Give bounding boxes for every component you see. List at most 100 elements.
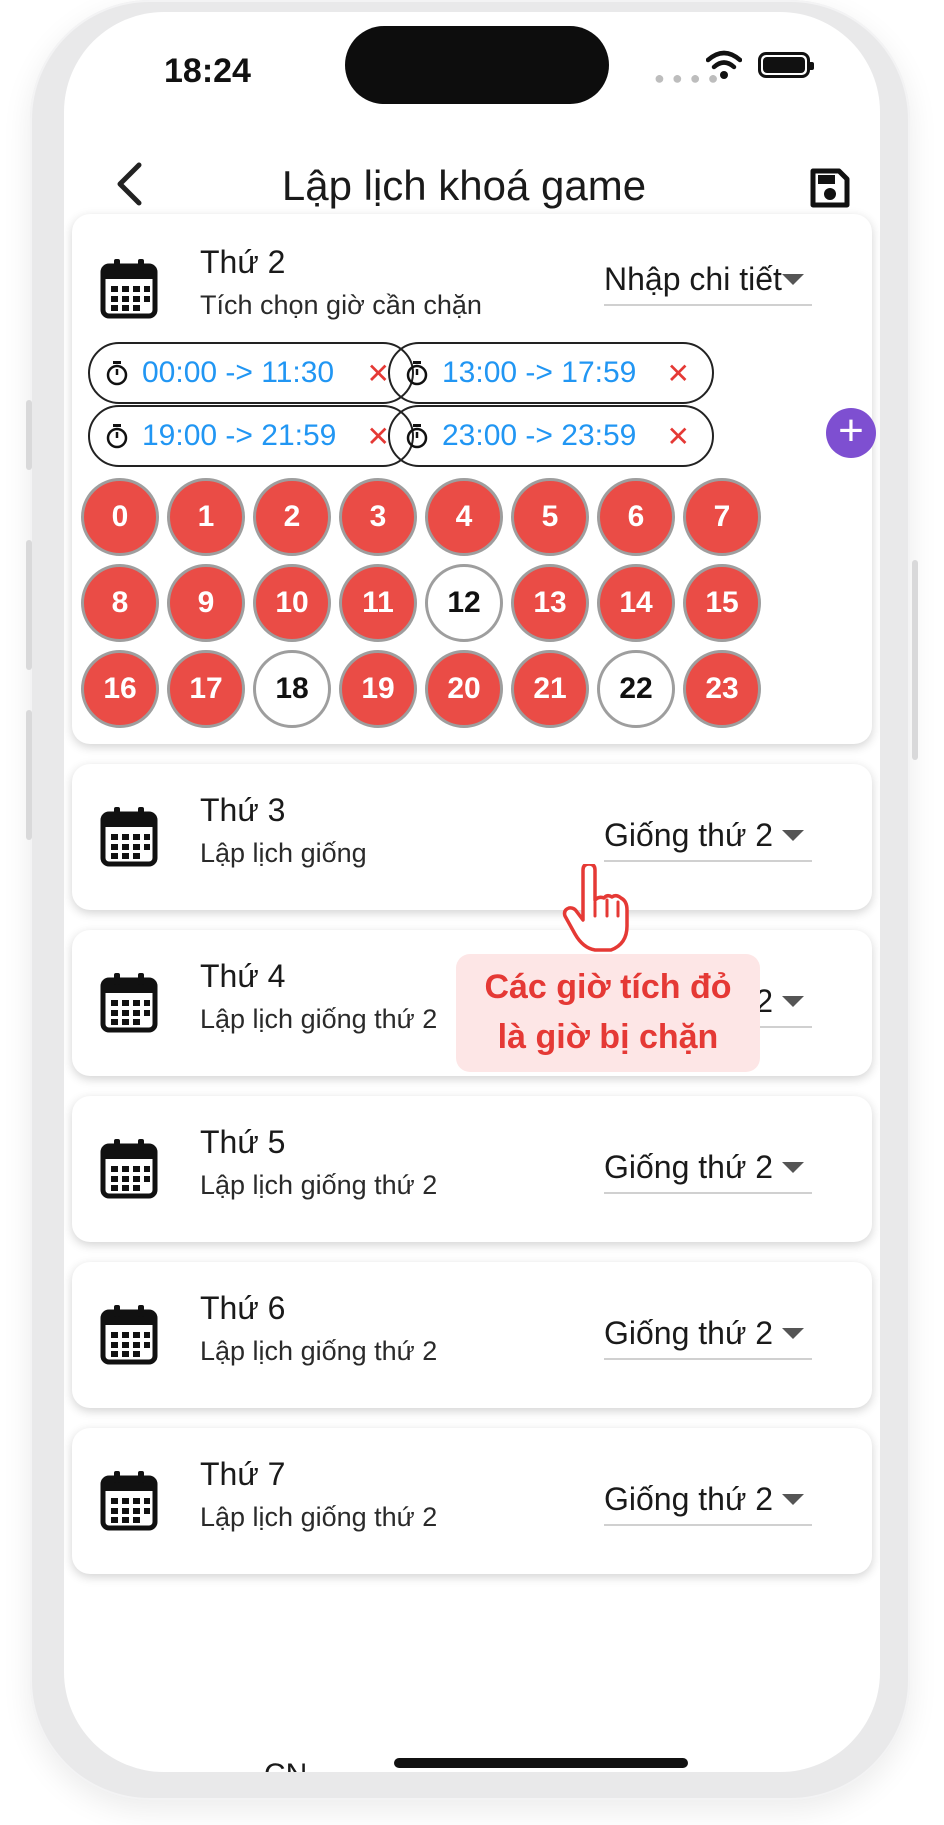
phone-screen: 18:24 ● ● ● ● Lập lịch khoá game Thứ 2 T…	[64, 12, 880, 1772]
hour-toggle[interactable]: 9	[167, 564, 245, 642]
schedule-mode-dropdown[interactable]: Nhập chi tiết	[604, 254, 812, 306]
home-indicator	[394, 1758, 688, 1768]
wifi-icon	[706, 50, 742, 79]
page-title: Lập lịch khoá game	[281, 162, 647, 209]
hour-toggle[interactable]: 11	[339, 564, 417, 642]
schedule-mode-dropdown[interactable]: Giống thứ 2	[604, 1142, 812, 1194]
schedule-mode-dropdown[interactable]: Giống thứ 2	[604, 810, 812, 862]
hour-toggle[interactable]: 0	[81, 478, 159, 556]
caret-down-icon	[782, 1327, 804, 1339]
timer-icon	[106, 424, 128, 449]
hour-toggle[interactable]: 6	[597, 478, 675, 556]
chevron-left-icon	[117, 162, 142, 206]
hour-toggle[interactable]: 20	[425, 650, 503, 728]
hour-toggle[interactable]: 5	[511, 478, 589, 556]
hour-toggle[interactable]: 1	[167, 478, 245, 556]
time-range-text: 23:00 -> 23:59	[442, 419, 637, 452]
day-card: Thứ 5 Lập lịch giống thứ 2 Giống thứ 2	[72, 1096, 872, 1242]
time-range-chip[interactable]: 23:00 -> 23:59 ✕	[388, 405, 714, 467]
schedule-mode-dropdown[interactable]: Giống thứ 2	[604, 1308, 812, 1360]
day-subtitle: Lập lịch giống	[200, 838, 367, 868]
hour-toggle[interactable]: 2	[253, 478, 331, 556]
caret-down-icon	[782, 995, 804, 1007]
hour-toggle[interactable]: 16	[81, 650, 159, 728]
day-name: Thứ 3	[200, 792, 286, 828]
hour-toggle[interactable]: 14	[597, 564, 675, 642]
hour-toggle[interactable]: 7	[683, 478, 761, 556]
calendar-icon	[100, 259, 158, 319]
caret-down-icon	[782, 273, 804, 285]
volume-down-button	[26, 710, 32, 840]
day-name: Thứ 7	[200, 1456, 286, 1492]
calendar-icon	[100, 1305, 158, 1365]
hour-toggle[interactable]: 19	[339, 650, 417, 728]
time-range-text: 19:00 -> 21:59	[142, 419, 337, 452]
silent-switch	[26, 400, 32, 470]
time-range-text: 00:00 -> 11:30	[142, 356, 335, 389]
day-subtitle: Lập lịch giống thứ 2	[200, 1336, 438, 1366]
day-subtitle: Lập lịch giống thứ 2	[200, 1502, 438, 1532]
time-range-text: 13:00 -> 17:59	[442, 356, 637, 389]
day-name: Thứ 5	[200, 1124, 286, 1160]
dropdown-value: Giống thứ 2	[604, 1480, 774, 1517]
hour-toggle[interactable]: 12	[425, 564, 503, 642]
info-callout: Các giờ tích đỏ là giờ bị chặn	[456, 954, 760, 1072]
calendar-icon	[100, 1471, 158, 1531]
remove-range-icon[interactable]: ✕	[367, 420, 390, 453]
hour-toggle[interactable]: 23	[683, 650, 761, 728]
hour-toggle[interactable]: 3	[339, 478, 417, 556]
hour-toggle[interactable]: 21	[511, 650, 589, 728]
hour-toggle[interactable]: 10	[253, 564, 331, 642]
dropdown-value: Giống thứ 2	[604, 1314, 774, 1351]
day-subtitle: Tích chọn giờ cần chặn	[200, 290, 482, 320]
day-subtitle: Lập lịch giống thứ 2	[200, 1170, 438, 1200]
remove-range-icon[interactable]: ✕	[667, 357, 690, 390]
back-button[interactable]	[104, 156, 154, 212]
add-range-button[interactable]: +	[826, 408, 876, 458]
day-name: Thứ 2	[200, 244, 286, 280]
floppy-disk-icon	[810, 168, 850, 208]
day-card: Thứ 3 Lập lịch giống Giống thứ 2	[72, 764, 872, 910]
volume-up-button	[26, 540, 32, 670]
day-card-monday: Thứ 2 Tích chọn giờ cần chặn Nhập chi ti…	[72, 214, 876, 744]
day-name: Thứ 4	[200, 958, 286, 994]
remove-range-icon[interactable]: ✕	[367, 357, 390, 390]
time-range-chip[interactable]: 00:00 -> 11:30 ✕	[88, 342, 414, 404]
pointing-hand-icon	[562, 864, 629, 952]
callout-line-2: là giờ bị chặn	[497, 1018, 719, 1056]
status-time: 18:24	[164, 52, 251, 90]
dynamic-island	[345, 26, 609, 104]
dropdown-value: Giống thứ 2	[604, 1148, 774, 1185]
calendar-icon	[100, 973, 158, 1033]
hour-toggle[interactable]: 13	[511, 564, 589, 642]
callout-line-1: Các giờ tích đỏ	[484, 968, 732, 1006]
time-range-chip[interactable]: 13:00 -> 17:59 ✕	[388, 342, 714, 404]
hour-toggle[interactable]: 15	[683, 564, 761, 642]
caret-down-icon	[782, 829, 804, 841]
timer-icon	[406, 424, 428, 449]
save-button[interactable]	[804, 162, 856, 214]
hour-toggle[interactable]: 22	[597, 650, 675, 728]
battery-icon	[758, 52, 814, 78]
calendar-icon	[100, 807, 158, 867]
schedule-mode-dropdown[interactable]: Giống thứ 2	[604, 1474, 812, 1526]
time-range-chip[interactable]: 19:00 -> 21:59 ✕	[88, 405, 414, 467]
day-card: Thứ 7 Lập lịch giống thứ 2 Giống thứ 2	[72, 1428, 872, 1574]
remove-range-icon[interactable]: ✕	[667, 420, 690, 453]
timer-icon	[406, 361, 428, 386]
caret-down-icon	[782, 1161, 804, 1173]
hour-toggle[interactable]: 8	[81, 564, 159, 642]
timer-icon	[106, 361, 128, 386]
day-name-peek: CN	[264, 1758, 307, 1772]
day-name: Thứ 6	[200, 1290, 286, 1326]
hour-toggle[interactable]: 17	[167, 650, 245, 728]
hour-toggle[interactable]: 18	[253, 650, 331, 728]
day-subtitle: Lập lịch giống thứ 2	[200, 1004, 438, 1034]
dropdown-value: Nhập chi tiết	[604, 260, 782, 297]
day-card: Thứ 6 Lập lịch giống thứ 2 Giống thứ 2	[72, 1262, 872, 1408]
hour-toggle[interactable]: 4	[425, 478, 503, 556]
caret-down-icon	[782, 1493, 804, 1505]
power-button	[912, 560, 918, 760]
calendar-icon	[100, 1139, 158, 1199]
dropdown-value: Giống thứ 2	[604, 816, 774, 853]
